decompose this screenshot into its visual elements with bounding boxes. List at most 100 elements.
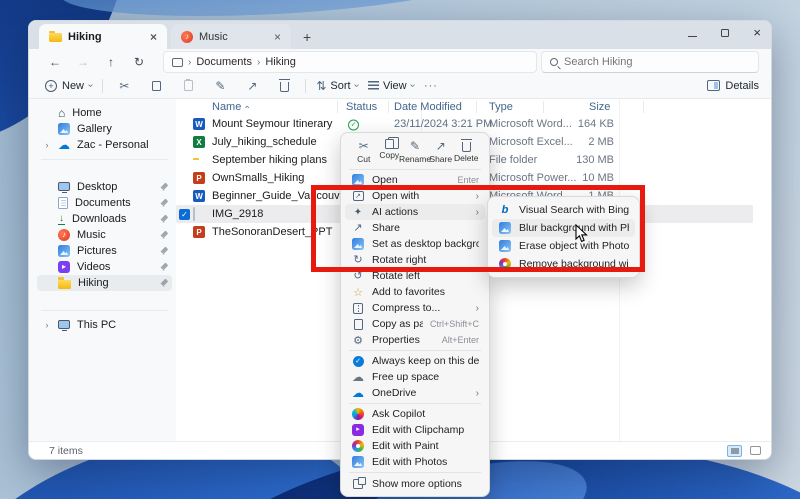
icons-view-toggle-icon[interactable] [750,446,761,455]
clipchamp-icon: ▸ [352,424,364,436]
up-icon[interactable]: ↑ [99,55,123,69]
paste-icon[interactable] [177,80,199,91]
image-file-icon [193,207,195,221]
maximize-icon[interactable] [721,29,729,37]
pin-icon [159,215,168,224]
desktop-icon [58,182,70,191]
chevron-down-icon: › [351,84,362,87]
table-row[interactable]: W Mount Seymour Itinerary ✓ 23/11/2024 3… [176,115,771,133]
word-file-icon: W [193,190,205,202]
sidebar-item-hiking[interactable]: Hiking [37,275,172,291]
delete-icon[interactable] [273,79,295,92]
navigation-sidebar: ⌂ Home Gallery › ☁ Zac - Personal Deskto… [29,99,176,441]
view-button[interactable]: View › [368,80,414,92]
menu-item-edit-with-paint[interactable]: Edit with Paint [345,438,485,454]
close-tab-icon[interactable]: × [148,31,159,43]
menu-item-always-keep-on-device[interactable]: ✓ Always keep on this device [345,353,485,369]
tab-hiking[interactable]: Hiking × [39,24,167,49]
search-input[interactable] [564,56,750,68]
powerpoint-file-icon: P [193,226,205,238]
sort-button[interactable]: ⇅ Sort › [316,79,358,93]
menu-item-show-more-options[interactable]: Show more options [345,475,485,493]
cut-icon[interactable]: ✂ [113,79,135,93]
close-tab-icon[interactable]: × [272,31,283,43]
new-tab-button[interactable]: + [299,29,315,45]
minimize-icon[interactable] [688,36,697,37]
sidebar-item-documents[interactable]: Documents [37,195,172,211]
forward-icon[interactable]: → [71,55,95,69]
word-file-icon: W [193,118,205,130]
sidebar-item-this-pc[interactable]: › This PC [37,317,172,333]
menu-item-edit-with-clipchamp[interactable]: ▸ Edit with Clipchamp [345,422,485,438]
details-view-toggle-icon[interactable] [727,445,742,457]
properties-icon: ⚙ [351,334,365,347]
share-button[interactable]: ↗ Share [428,139,454,164]
sidebar-item-pictures[interactable]: Pictures [37,243,172,259]
compress-icon [353,303,363,314]
cut-icon: ✂ [359,139,369,153]
star-icon: ☆ [351,286,365,299]
share-icon[interactable]: ↗ [241,79,263,93]
breadcrumb-documents[interactable]: Documents [196,56,252,68]
paint-icon [352,440,364,452]
delete-button[interactable]: Delete [454,139,480,164]
chevron-right-icon[interactable]: › [43,320,51,330]
column-header-type[interactable]: Type [489,101,513,113]
copy-path-icon [354,319,363,330]
sidebar-item-downloads[interactable]: ↓ Downloads [37,211,172,227]
highlight-annotation-box [311,185,645,272]
plus-icon: + [45,80,57,92]
pictures-icon [58,245,70,257]
items-count: 7 items [49,445,83,457]
music-icon: ♪ [58,229,70,241]
pin-icon [159,183,168,192]
sidebar-item-desktop[interactable]: Desktop [37,179,172,195]
tab-label: Hiking [68,31,142,43]
rename-button[interactable]: ✎ Rename [402,139,428,164]
sidebar-item-gallery[interactable]: Gallery [37,121,172,137]
menu-item-onedrive[interactable]: ☁ OneDrive › [345,385,485,401]
column-header-status[interactable]: Status [346,101,377,113]
breadcrumb-hiking[interactable]: Hiking [265,56,296,68]
rename-icon[interactable]: ✎ [209,79,231,93]
menu-item-edit-with-photos[interactable]: Edit with Photos [345,454,485,470]
more-options-icon[interactable]: ··· [424,80,438,92]
chevron-down-icon: › [85,84,96,87]
videos-icon: ▸ [58,261,70,273]
menu-item-ask-copilot[interactable]: Ask Copilot [345,406,485,422]
chevron-right-icon: › [476,388,479,399]
menu-item-free-up-space[interactable]: ☁ Free up space [345,369,485,385]
back-icon[interactable]: ← [43,55,67,69]
folder-icon [49,33,62,42]
search-box[interactable] [541,51,759,73]
view-icon [368,81,379,91]
search-icon [550,58,558,66]
menu-item-compress-to[interactable]: Compress to... › [345,300,485,316]
powerpoint-file-icon: P [193,172,205,184]
new-button[interactable]: + New › [45,80,92,92]
pin-icon [159,199,168,208]
column-header-date[interactable]: Date Modified [394,101,462,113]
desktop-wallpaper: Hiking × ♪ Music × + × ← → ↑ ↻ › [0,0,800,499]
sidebar-item-videos[interactable]: ▸ Videos [37,259,172,275]
refresh-icon[interactable]: ↻ [127,55,151,69]
tab-label: Music [199,31,266,43]
cut-button[interactable]: ✂ Cut [351,139,377,164]
menu-item-copy-as-path[interactable]: Copy as path Ctrl+Shift+C [345,316,485,332]
menu-item-properties[interactable]: ⚙ Properties Alt+Enter [345,332,485,348]
sidebar-item-onedrive[interactable]: › ☁ Zac - Personal [37,137,172,153]
sidebar-item-home[interactable]: ⌂ Home [37,105,172,121]
free-up-space-icon: ☁ [351,371,365,383]
copilot-icon [352,408,364,420]
copy-icon[interactable] [145,81,167,91]
sidebar-item-music[interactable]: ♪ Music [37,227,172,243]
menu-item-add-to-favorites[interactable]: ☆ Add to favorites [345,284,485,300]
close-icon[interactable]: × [753,28,761,38]
details-pane-button[interactable]: Details [707,80,759,92]
tab-music[interactable]: ♪ Music × [171,24,291,49]
breadcrumb[interactable]: › Documents › Hiking [163,51,537,73]
chevron-right-icon[interactable]: › [43,140,51,150]
column-header-name[interactable]: Name› [212,101,248,113]
column-header-size[interactable]: Size [589,101,610,113]
checkbox-checked-icon[interactable]: ✓ [179,209,190,220]
